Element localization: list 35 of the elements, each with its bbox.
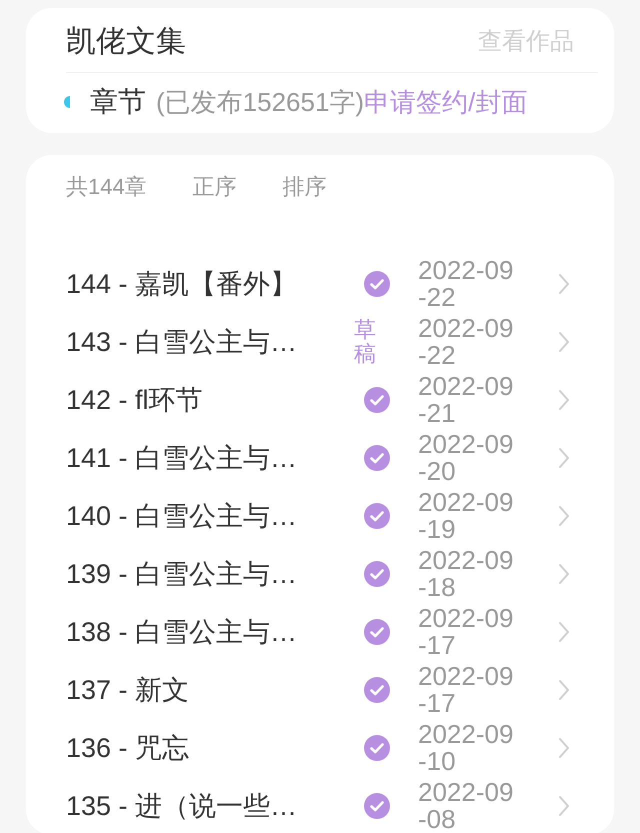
chapter-date: 2022-09-22: [418, 256, 514, 312]
chapter-date: 2022-09-20: [418, 430, 514, 486]
chapter-date: 2022-09-22: [418, 314, 514, 370]
chapter-title[interactable]: 139 - 白雪公主与…: [66, 556, 356, 592]
chevron-icon[interactable]: [558, 679, 570, 701]
marker-icon: [64, 96, 70, 108]
chapters-label: 章节: [90, 85, 146, 119]
chapter-title[interactable]: 138 - 白雪公主与…: [66, 614, 356, 650]
chevron-icon[interactable]: [558, 447, 570, 469]
chevron-icon[interactable]: [558, 331, 570, 353]
chapter-count: 共144章: [66, 173, 147, 201]
chapter-date: 2022-09-08: [418, 778, 514, 833]
chapter-date: 2022-09-17: [418, 662, 514, 718]
chapter-date: 2022-09-21: [418, 372, 514, 428]
chapter-date: 2022-09-19: [418, 488, 514, 544]
chevron-icon[interactable]: [558, 737, 570, 759]
chapter-date: 2022-09-18: [418, 546, 514, 602]
draft-label: 草稿: [354, 318, 376, 366]
chapter-title[interactable]: 135 - 进（说一些…: [66, 788, 356, 824]
chevron-icon[interactable]: [558, 795, 570, 817]
chapter-title[interactable]: 144 - 嘉凯【番外】: [66, 266, 356, 302]
chevron-icon[interactable]: [558, 505, 570, 527]
chapter-title[interactable]: 141 - 白雪公主与…: [66, 440, 356, 476]
chevron-icon[interactable]: [558, 563, 570, 585]
chevron-icon[interactable]: [558, 621, 570, 643]
work-title: 凯佬文集: [66, 24, 186, 60]
chapter-title[interactable]: 136 - 咒忘: [66, 730, 356, 766]
chapter-title[interactable]: 137 - 新文: [66, 672, 356, 708]
chapter-date: 2022-09-17: [418, 604, 514, 660]
chevron-icon[interactable]: [558, 389, 570, 411]
chevron-icon[interactable]: [558, 273, 570, 295]
chapter-title[interactable]: 142 - fl环节: [66, 382, 356, 418]
chapter-title[interactable]: 140 - 白雪公主与…: [66, 498, 356, 534]
word-count: (已发布152651字): [156, 86, 364, 118]
chapter-date: 2022-09-10: [418, 720, 514, 776]
